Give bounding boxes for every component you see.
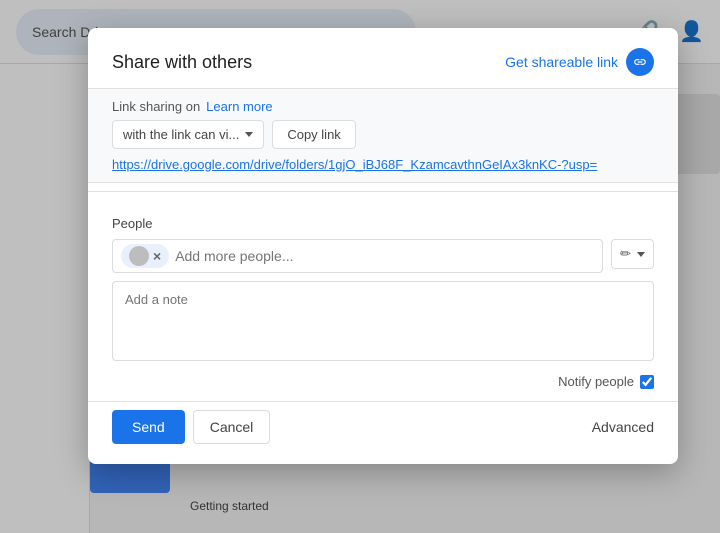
modal-title: Share with others: [112, 52, 252, 73]
send-button[interactable]: Send: [112, 410, 185, 444]
people-tag: ×: [121, 244, 169, 268]
link-controls: with the link can vi... Copy link: [112, 120, 654, 149]
link-circle-icon: [626, 48, 654, 76]
people-input-row[interactable]: ×: [112, 239, 603, 273]
people-label: People: [112, 216, 654, 231]
people-section: People × ✏: [88, 200, 678, 281]
share-modal: Share with others Get shareable link Lin…: [88, 28, 678, 464]
link-info-row: Link sharing on Learn more: [112, 99, 654, 114]
link-url-row: [112, 157, 654, 172]
learn-more-link[interactable]: Learn more: [206, 99, 272, 114]
get-shareable-link-label: Get shareable link: [505, 54, 618, 70]
cancel-button[interactable]: Cancel: [193, 410, 271, 444]
separator-1: [88, 191, 678, 192]
edit-dropdown-arrow-icon: [637, 252, 645, 257]
get-shareable-link-btn[interactable]: Get shareable link: [505, 48, 654, 76]
link-url-input[interactable]: [112, 157, 654, 172]
note-textarea[interactable]: [112, 281, 654, 361]
link-permission-label: with the link can vi...: [123, 127, 239, 142]
pencil-icon: ✏: [620, 246, 631, 262]
link-info-prefix: Link sharing on: [112, 99, 200, 114]
notify-row: Notify people: [88, 366, 678, 397]
link-permission-dropdown[interactable]: with the link can vi...: [112, 120, 264, 149]
copy-link-button[interactable]: Copy link: [272, 120, 355, 149]
people-text-input[interactable]: [175, 248, 594, 264]
notify-checkbox[interactable]: [640, 375, 654, 389]
link-section: Link sharing on Learn more with the link…: [88, 88, 678, 183]
modal-footer: Send Cancel Advanced: [88, 401, 678, 464]
tag-remove-btn[interactable]: ×: [153, 249, 161, 263]
footer-left: Send Cancel: [112, 410, 270, 444]
notify-label: Notify people: [558, 374, 634, 389]
dropdown-arrow-icon: [245, 132, 253, 137]
people-edit-button[interactable]: ✏: [611, 239, 654, 269]
advanced-button[interactable]: Advanced: [592, 411, 654, 443]
modal-header: Share with others Get shareable link: [88, 28, 678, 88]
tag-avatar: [129, 246, 149, 266]
